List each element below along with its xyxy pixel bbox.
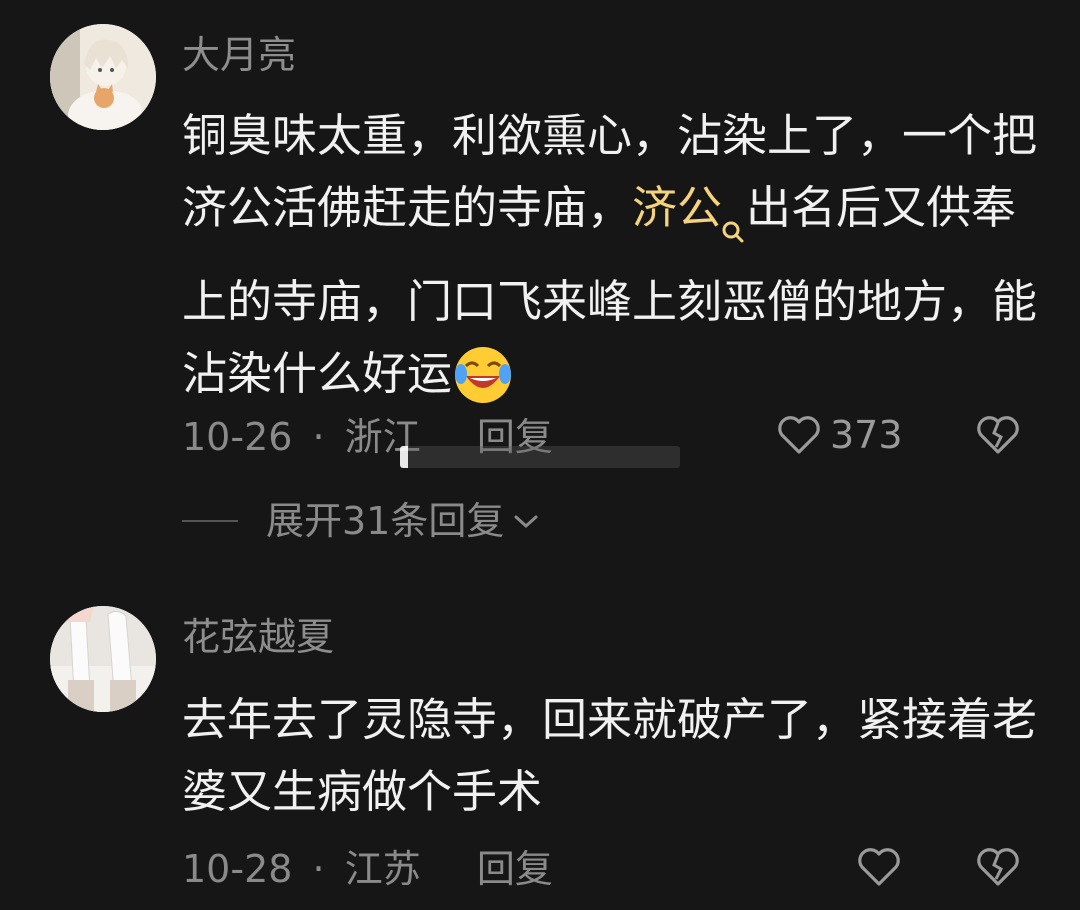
- comment-date: 10-28: [182, 847, 293, 891]
- heart-icon: [858, 848, 900, 886]
- comment-text: 铜臭味太重，利欲熏心，沾染上了，一个把济公活佛赶走的寺庙，济公 出名后又供奉上的寺…: [182, 100, 1042, 427]
- like-button[interactable]: 373: [776, 414, 903, 456]
- overlay-bar: [400, 446, 680, 468]
- broken-heart-icon: [977, 848, 1019, 886]
- meta-separator: ·: [312, 847, 325, 891]
- dislike-button[interactable]: [974, 846, 1022, 892]
- username[interactable]: 花弦越夏: [182, 618, 334, 656]
- search-link[interactable]: 济公: [632, 181, 722, 234]
- broken-heart-icon: [977, 416, 1019, 454]
- comment-meta: 10-28 · 江苏 回复: [182, 850, 553, 888]
- reply-button[interactable]: 回复: [477, 850, 553, 888]
- avatar[interactable]: [50, 24, 156, 130]
- meta-separator: ·: [312, 415, 325, 459]
- chevron-down-icon: [514, 515, 538, 529]
- comment-item: 花弦越夏 去年去了灵隐寺，回来就破产了，紧接着老婆又生病做个手术 10-28 ·…: [0, 560, 1080, 910]
- divider: [182, 520, 238, 522]
- expand-replies-button[interactable]: 展开31条回复: [182, 502, 540, 540]
- heart-icon: [778, 416, 820, 454]
- dislike-button[interactable]: [974, 414, 1022, 460]
- comment-location: 江苏: [344, 847, 421, 891]
- comment-text: 去年去了灵隐寺，回来就破产了，紧接着老婆又生病做个手术: [182, 693, 1038, 818]
- expand-replies-label: 展开31条回复: [266, 499, 505, 543]
- username[interactable]: 大月亮: [182, 36, 296, 74]
- like-button[interactable]: [856, 846, 910, 888]
- like-count: 373: [830, 413, 903, 457]
- comment-date: 10-26: [182, 415, 293, 459]
- avatar[interactable]: [50, 606, 156, 712]
- comment-item: 大月亮 铜臭味太重，利欲熏心，沾染上了，一个把济公活佛赶走的寺庙，济公 出名后又供…: [0, 0, 1080, 560]
- search-icon[interactable]: [722, 194, 744, 266]
